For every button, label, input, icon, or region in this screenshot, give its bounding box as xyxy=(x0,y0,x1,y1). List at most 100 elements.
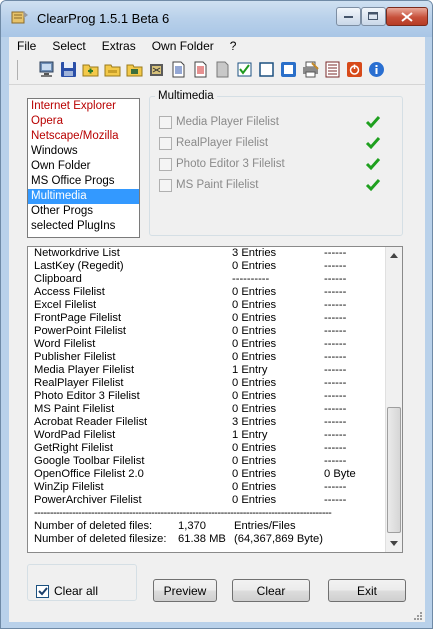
image-icon[interactable] xyxy=(125,60,144,79)
clear-button[interactable]: Clear xyxy=(232,579,310,602)
option-checkbox[interactable] xyxy=(159,136,172,150)
row-size: ------ xyxy=(324,455,347,467)
title-bar[interactable]: ClearProg 1.5.1 Beta 6 xyxy=(1,1,432,37)
row-name: Photo Editor 3 Filelist xyxy=(34,390,140,402)
table-row: Excel Filelist 0 Entries ------ xyxy=(34,299,386,312)
results-content: Networkdrive List 3 Entries ------ LastKey… xyxy=(34,247,386,546)
clear-all-label: Clear all xyxy=(54,584,99,598)
archive-icon[interactable] xyxy=(147,60,166,79)
save-icon[interactable] xyxy=(59,60,78,79)
row-name: Access Filelist xyxy=(34,286,105,298)
results-separator: ----------------------------------------… xyxy=(34,507,332,519)
category-item[interactable]: Internet Explorer xyxy=(28,99,139,114)
table-row: Media Player Filelist 1 Entry ------ xyxy=(34,364,386,377)
app-icon[interactable] xyxy=(11,9,29,25)
folder-plus-icon[interactable] xyxy=(81,60,100,79)
menu-extras[interactable]: Extras xyxy=(94,37,144,56)
category-item[interactable]: Other Progs xyxy=(28,204,139,219)
category-item-selected[interactable]: Multimedia xyxy=(28,189,139,204)
close-button[interactable] xyxy=(386,7,428,26)
table-row: MS Paint Filelist 0 Entries ------ xyxy=(34,403,386,416)
row-size: ------ xyxy=(324,260,347,272)
option-photo-editor[interactable]: Photo Editor 3 Filelist xyxy=(159,156,285,172)
row-name: Networkdrive List xyxy=(34,247,120,259)
row-size: ------ xyxy=(324,390,347,402)
category-item[interactable]: Opera xyxy=(28,114,139,129)
document-red-icon[interactable] xyxy=(191,60,210,79)
option-label: RealPlayer Filelist xyxy=(176,137,269,149)
monitor-icon[interactable] xyxy=(37,60,56,79)
list-icon[interactable] xyxy=(323,60,342,79)
scroll-up-button[interactable] xyxy=(386,247,402,264)
menu-help[interactable]: ? xyxy=(222,37,245,56)
maximize-icon xyxy=(368,12,378,20)
table-row: Google Toolbar Filelist 0 Entries ------ xyxy=(34,455,386,468)
info-icon[interactable] xyxy=(367,60,386,79)
row-name: Acrobat Reader Filelist xyxy=(34,416,148,428)
row-name: PowerArchiver Filelist xyxy=(34,494,142,506)
summary-files-row: Number of deleted files: 1,370 Entries/Fil… xyxy=(34,520,386,533)
category-item[interactable]: selected PlugIns xyxy=(28,219,139,234)
option-checkbox[interactable] xyxy=(159,115,172,129)
row-size: ------ xyxy=(324,403,347,415)
row-count: 0 Entries xyxy=(232,481,277,493)
preview-button[interactable]: Preview xyxy=(153,579,217,602)
option-checkbox[interactable] xyxy=(159,178,172,192)
row-count: 3 Entries xyxy=(232,416,277,428)
folder-icon[interactable] xyxy=(103,60,122,79)
exit-button[interactable]: Exit xyxy=(328,579,406,602)
clear-all-checkbox[interactable]: Clear all xyxy=(36,584,98,598)
table-row: Acrobat Reader Filelist 3 Entries ------ xyxy=(34,416,386,429)
menu-own-folder[interactable]: Own Folder xyxy=(144,37,222,56)
select-all-icon[interactable] xyxy=(279,60,298,79)
row-size: ------ xyxy=(324,312,347,324)
results-list[interactable]: Networkdrive List 3 Entries ------ LastKey… xyxy=(27,246,403,553)
table-row: PowerArchiver Filelist 0 Entries ------ xyxy=(34,494,386,507)
checkbox-icon[interactable] xyxy=(235,60,254,79)
power-icon[interactable] xyxy=(345,60,364,79)
minimize-button[interactable] xyxy=(336,7,361,26)
row-name: WordPad Filelist xyxy=(34,429,116,441)
category-item[interactable]: Own Folder xyxy=(28,159,139,174)
table-row: PowerPoint Filelist 0 Entries ------ xyxy=(34,325,386,338)
row-name: Google Toolbar Filelist xyxy=(34,455,145,467)
option-realplayer[interactable]: RealPlayer Filelist xyxy=(159,135,268,151)
row-size: ------ xyxy=(324,351,347,363)
document-icon[interactable] xyxy=(169,60,188,79)
summary-size-row: Number of deleted filesize: 61.38 MB (64,3… xyxy=(34,533,386,546)
option-ms-paint[interactable]: MS Paint Filelist xyxy=(159,177,258,193)
menu-select[interactable]: Select xyxy=(44,37,93,56)
resize-grip-icon[interactable] xyxy=(413,611,423,621)
window-icon[interactable] xyxy=(257,60,276,79)
category-item[interactable]: Netscape/Mozilla xyxy=(28,129,139,144)
app-window: ClearProg 1.5.1 Beta 6 File Select Extra… xyxy=(0,0,433,629)
option-media-player[interactable]: Media Player Filelist xyxy=(159,114,279,130)
checkbox-checked-icon[interactable] xyxy=(36,584,49,598)
row-count: 0 Entries xyxy=(232,403,277,415)
category-item[interactable]: Windows xyxy=(28,144,139,159)
table-row: WinZip Filelist 0 Entries ------ xyxy=(34,481,386,494)
green-check-icon xyxy=(365,116,381,129)
scrollbar-thumb[interactable] xyxy=(387,407,401,533)
option-checkbox[interactable] xyxy=(159,157,172,171)
maximize-button[interactable] xyxy=(361,7,386,26)
menu-file[interactable]: File xyxy=(9,37,44,56)
table-row: GetRight Filelist 0 Entries ------ xyxy=(34,442,386,455)
row-count: 0 Entries xyxy=(232,442,277,454)
table-row: Photo Editor 3 Filelist 0 Entries ------ xyxy=(34,390,386,403)
category-item[interactable]: MS Office Progs xyxy=(28,174,139,189)
scroll-down-button[interactable] xyxy=(386,535,402,552)
row-name: FrontPage Filelist xyxy=(34,312,122,324)
window-title: ClearProg 1.5.1 Beta 6 xyxy=(37,11,170,26)
category-list[interactable]: Internet Explorer Opera Netscape/Mozilla… xyxy=(27,98,140,238)
document-gray-icon[interactable] xyxy=(213,60,232,79)
vertical-scrollbar[interactable] xyxy=(385,247,402,552)
row-size: ------ xyxy=(324,247,347,259)
printer-icon[interactable] xyxy=(301,60,320,79)
row-size: ------ xyxy=(324,364,347,376)
row-size: 0 Byte xyxy=(324,468,356,480)
row-count: 3 Entries xyxy=(232,247,277,259)
group-title: Multimedia xyxy=(155,90,217,102)
summary-label: Number of deleted files: xyxy=(34,520,153,532)
row-size: ------ xyxy=(324,286,347,298)
